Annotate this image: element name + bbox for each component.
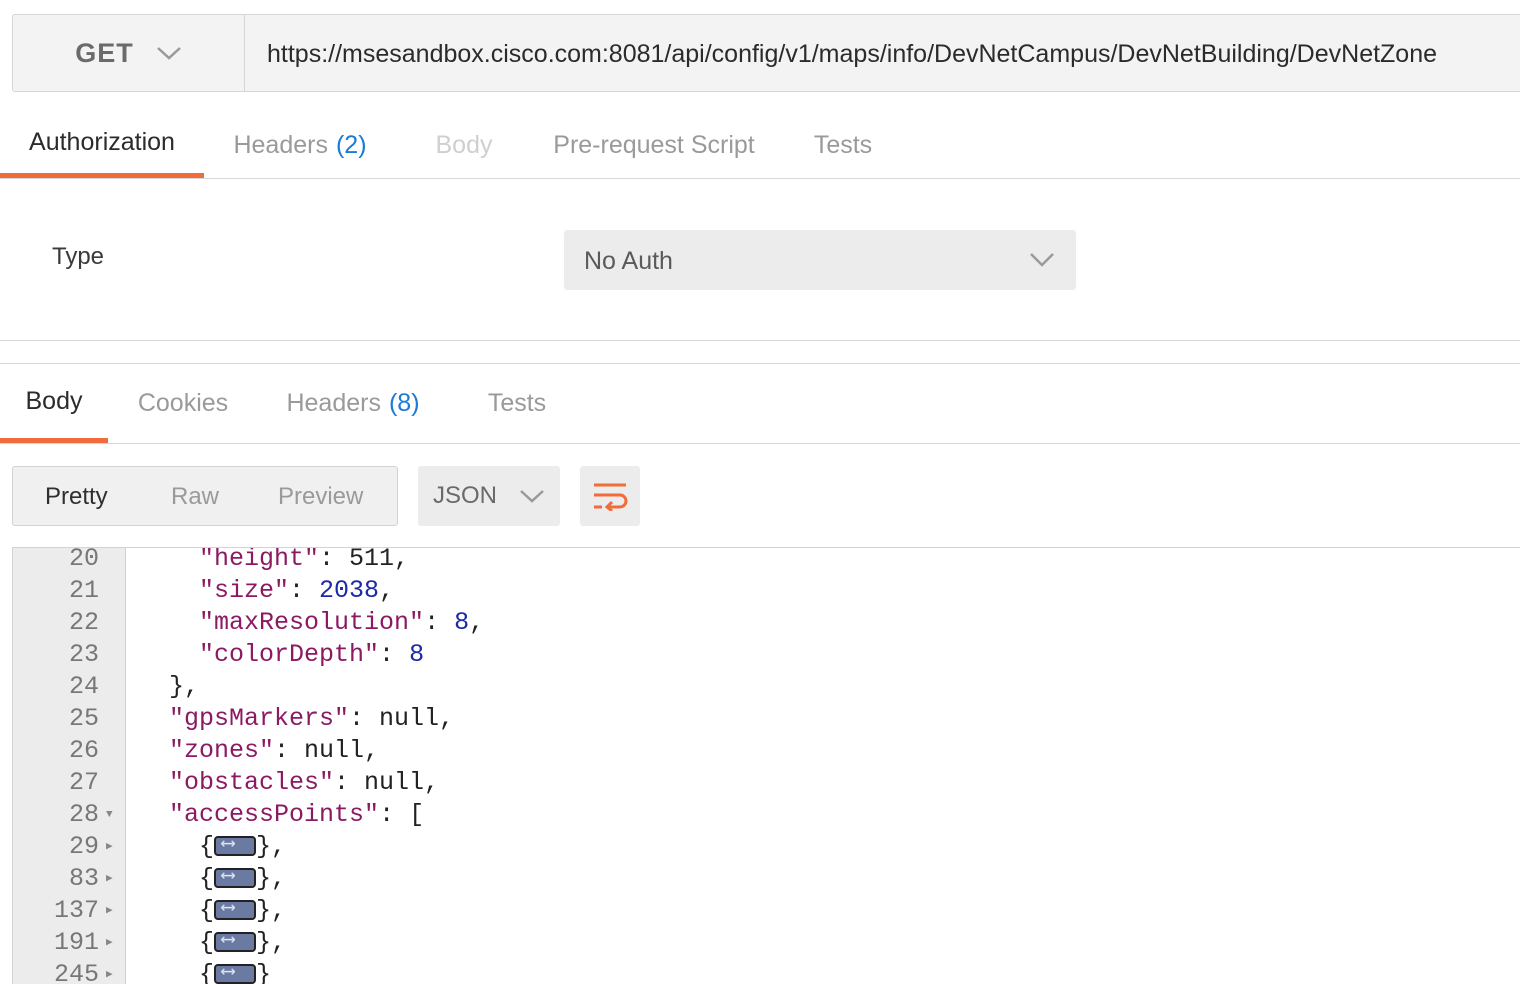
code-line: "height": 511, [139, 547, 409, 575]
tab-body[interactable]: Body [396, 112, 532, 178]
tab-label: Body [25, 386, 83, 415]
wrap-lines-button[interactable] [580, 466, 640, 526]
fold-open-icon[interactable]: ▼ [106, 799, 113, 831]
json-key: "obstacles" [169, 768, 335, 797]
line-number: 26 [68, 736, 99, 765]
fold-closed-icon[interactable]: ▶ [106, 895, 113, 927]
fold-closed-icon[interactable]: ▶ [106, 959, 113, 984]
view-pretty-button[interactable]: Pretty [45, 467, 108, 525]
collapsed-object-icon[interactable] [214, 893, 257, 925]
auth-type-label: Type [52, 243, 105, 270]
tab-label: Headers [233, 130, 328, 159]
line-number: 27 [68, 768, 99, 797]
json-key: "height" [199, 547, 320, 573]
chevron-down-icon [520, 490, 544, 503]
view-raw-button[interactable]: Raw [171, 467, 219, 525]
code-line: "colorDepth": 8 [199, 640, 425, 669]
request-url-bar: GET https://msesandbox.cisco.com:8081/ap… [12, 14, 1520, 92]
method-label: GET [75, 37, 134, 68]
code-line: }, [169, 672, 200, 701]
code-line: {}, [139, 861, 286, 895]
line-number: 24 [68, 672, 99, 701]
code-line: "accessPoints": [ [169, 800, 425, 829]
fold-closed-icon[interactable]: ▶ [106, 863, 113, 895]
view-mode-group: Pretty Raw Preview [12, 466, 398, 526]
response-body-editor[interactable]: 202122232425262728▼29▶83▶137▶191▶245▶299… [12, 547, 1520, 984]
line-number: 25 [68, 704, 99, 733]
tab-response-body[interactable]: Body [0, 364, 108, 443]
code-line: {} [139, 957, 271, 984]
code-line: "gpsMarkers": null, [169, 704, 455, 733]
tab-label: Tests [487, 389, 547, 417]
line-number: 29 [68, 832, 99, 861]
chevron-down-icon [156, 47, 181, 60]
auth-type-value: No Auth [584, 247, 673, 275]
json-key: "gpsMarkers" [169, 704, 350, 733]
tab-tests[interactable]: Tests [776, 112, 910, 178]
tab-cookies[interactable]: Cookies [108, 364, 258, 443]
json-number: 8 [409, 640, 425, 669]
tab-headers[interactable]: Headers (2) [204, 112, 396, 178]
tab-authorization[interactable]: Authorization [0, 112, 204, 178]
tab-label: Body [435, 130, 493, 159]
collapsed-object-icon[interactable] [214, 925, 257, 957]
json-key: "size" [199, 576, 290, 605]
tab-count: (2) [335, 130, 367, 159]
line-number: 191 [53, 928, 99, 957]
tab-label: Authorization [29, 128, 175, 156]
authorization-panel: Type No Auth [0, 179, 1520, 341]
tab-response-tests[interactable]: Tests [448, 364, 586, 443]
code-line: {}, [139, 829, 286, 863]
line-number: 22 [68, 608, 99, 637]
json-key: "accessPoints" [169, 800, 380, 829]
line-number: 28 [68, 800, 99, 829]
json-number: 8 [454, 608, 470, 637]
line-number: 23 [68, 640, 99, 669]
json-number: 2038 [319, 576, 380, 605]
fold-closed-icon[interactable]: ▶ [106, 927, 113, 959]
json-key: "colorDepth" [199, 640, 380, 669]
line-number: 245 [53, 960, 99, 984]
chevron-down-icon [1030, 253, 1054, 267]
format-label: JSON [432, 482, 497, 509]
tab-label: Tests [813, 130, 873, 159]
view-preview-button[interactable]: Preview [278, 467, 363, 525]
code-line: "size": 2038, [199, 576, 395, 605]
collapsed-object-icon[interactable] [214, 957, 257, 984]
tab-label: Headers [286, 389, 381, 417]
tab-count: (8) [388, 389, 420, 417]
fold-closed-icon[interactable]: ▶ [106, 831, 113, 863]
line-number: 20 [68, 547, 99, 573]
response-tabs: Body Cookies Headers (8) Tests [0, 363, 1520, 444]
tab-pre-request-script[interactable]: Pre-request Script [532, 112, 776, 178]
tab-response-headers[interactable]: Headers (8) [258, 364, 448, 443]
code-line: "maxResolution": 8, [199, 608, 485, 637]
line-number: 83 [68, 864, 99, 893]
line-number: 21 [68, 576, 99, 605]
line-number-gutter: 202122232425262728▼29▶83▶137▶191▶245▶299 [13, 548, 126, 984]
method-select[interactable]: GET [13, 15, 245, 91]
line-number: 137 [53, 896, 99, 925]
code-line: "obstacles": null, [169, 768, 440, 797]
wrap-lines-icon [594, 483, 628, 511]
json-key: "maxResolution" [199, 608, 425, 637]
format-select[interactable]: JSON [418, 466, 560, 526]
auth-type-select[interactable]: No Auth [564, 230, 1076, 290]
collapsed-object-icon[interactable] [214, 861, 257, 893]
tab-label: Pre-request Script [553, 130, 755, 159]
request-tabs: Authorization Headers (2) Body Pre-reque… [0, 112, 1520, 179]
json-key: "zones" [169, 736, 275, 765]
collapsed-object-icon[interactable] [214, 829, 257, 861]
url-input[interactable]: https://msesandbox.cisco.com:8081/api/co… [267, 15, 1437, 91]
tab-label: Cookies [137, 389, 229, 417]
code-line: "zones": null, [169, 736, 380, 765]
code-line: {}, [139, 893, 286, 927]
code-line: {}, [139, 925, 286, 959]
